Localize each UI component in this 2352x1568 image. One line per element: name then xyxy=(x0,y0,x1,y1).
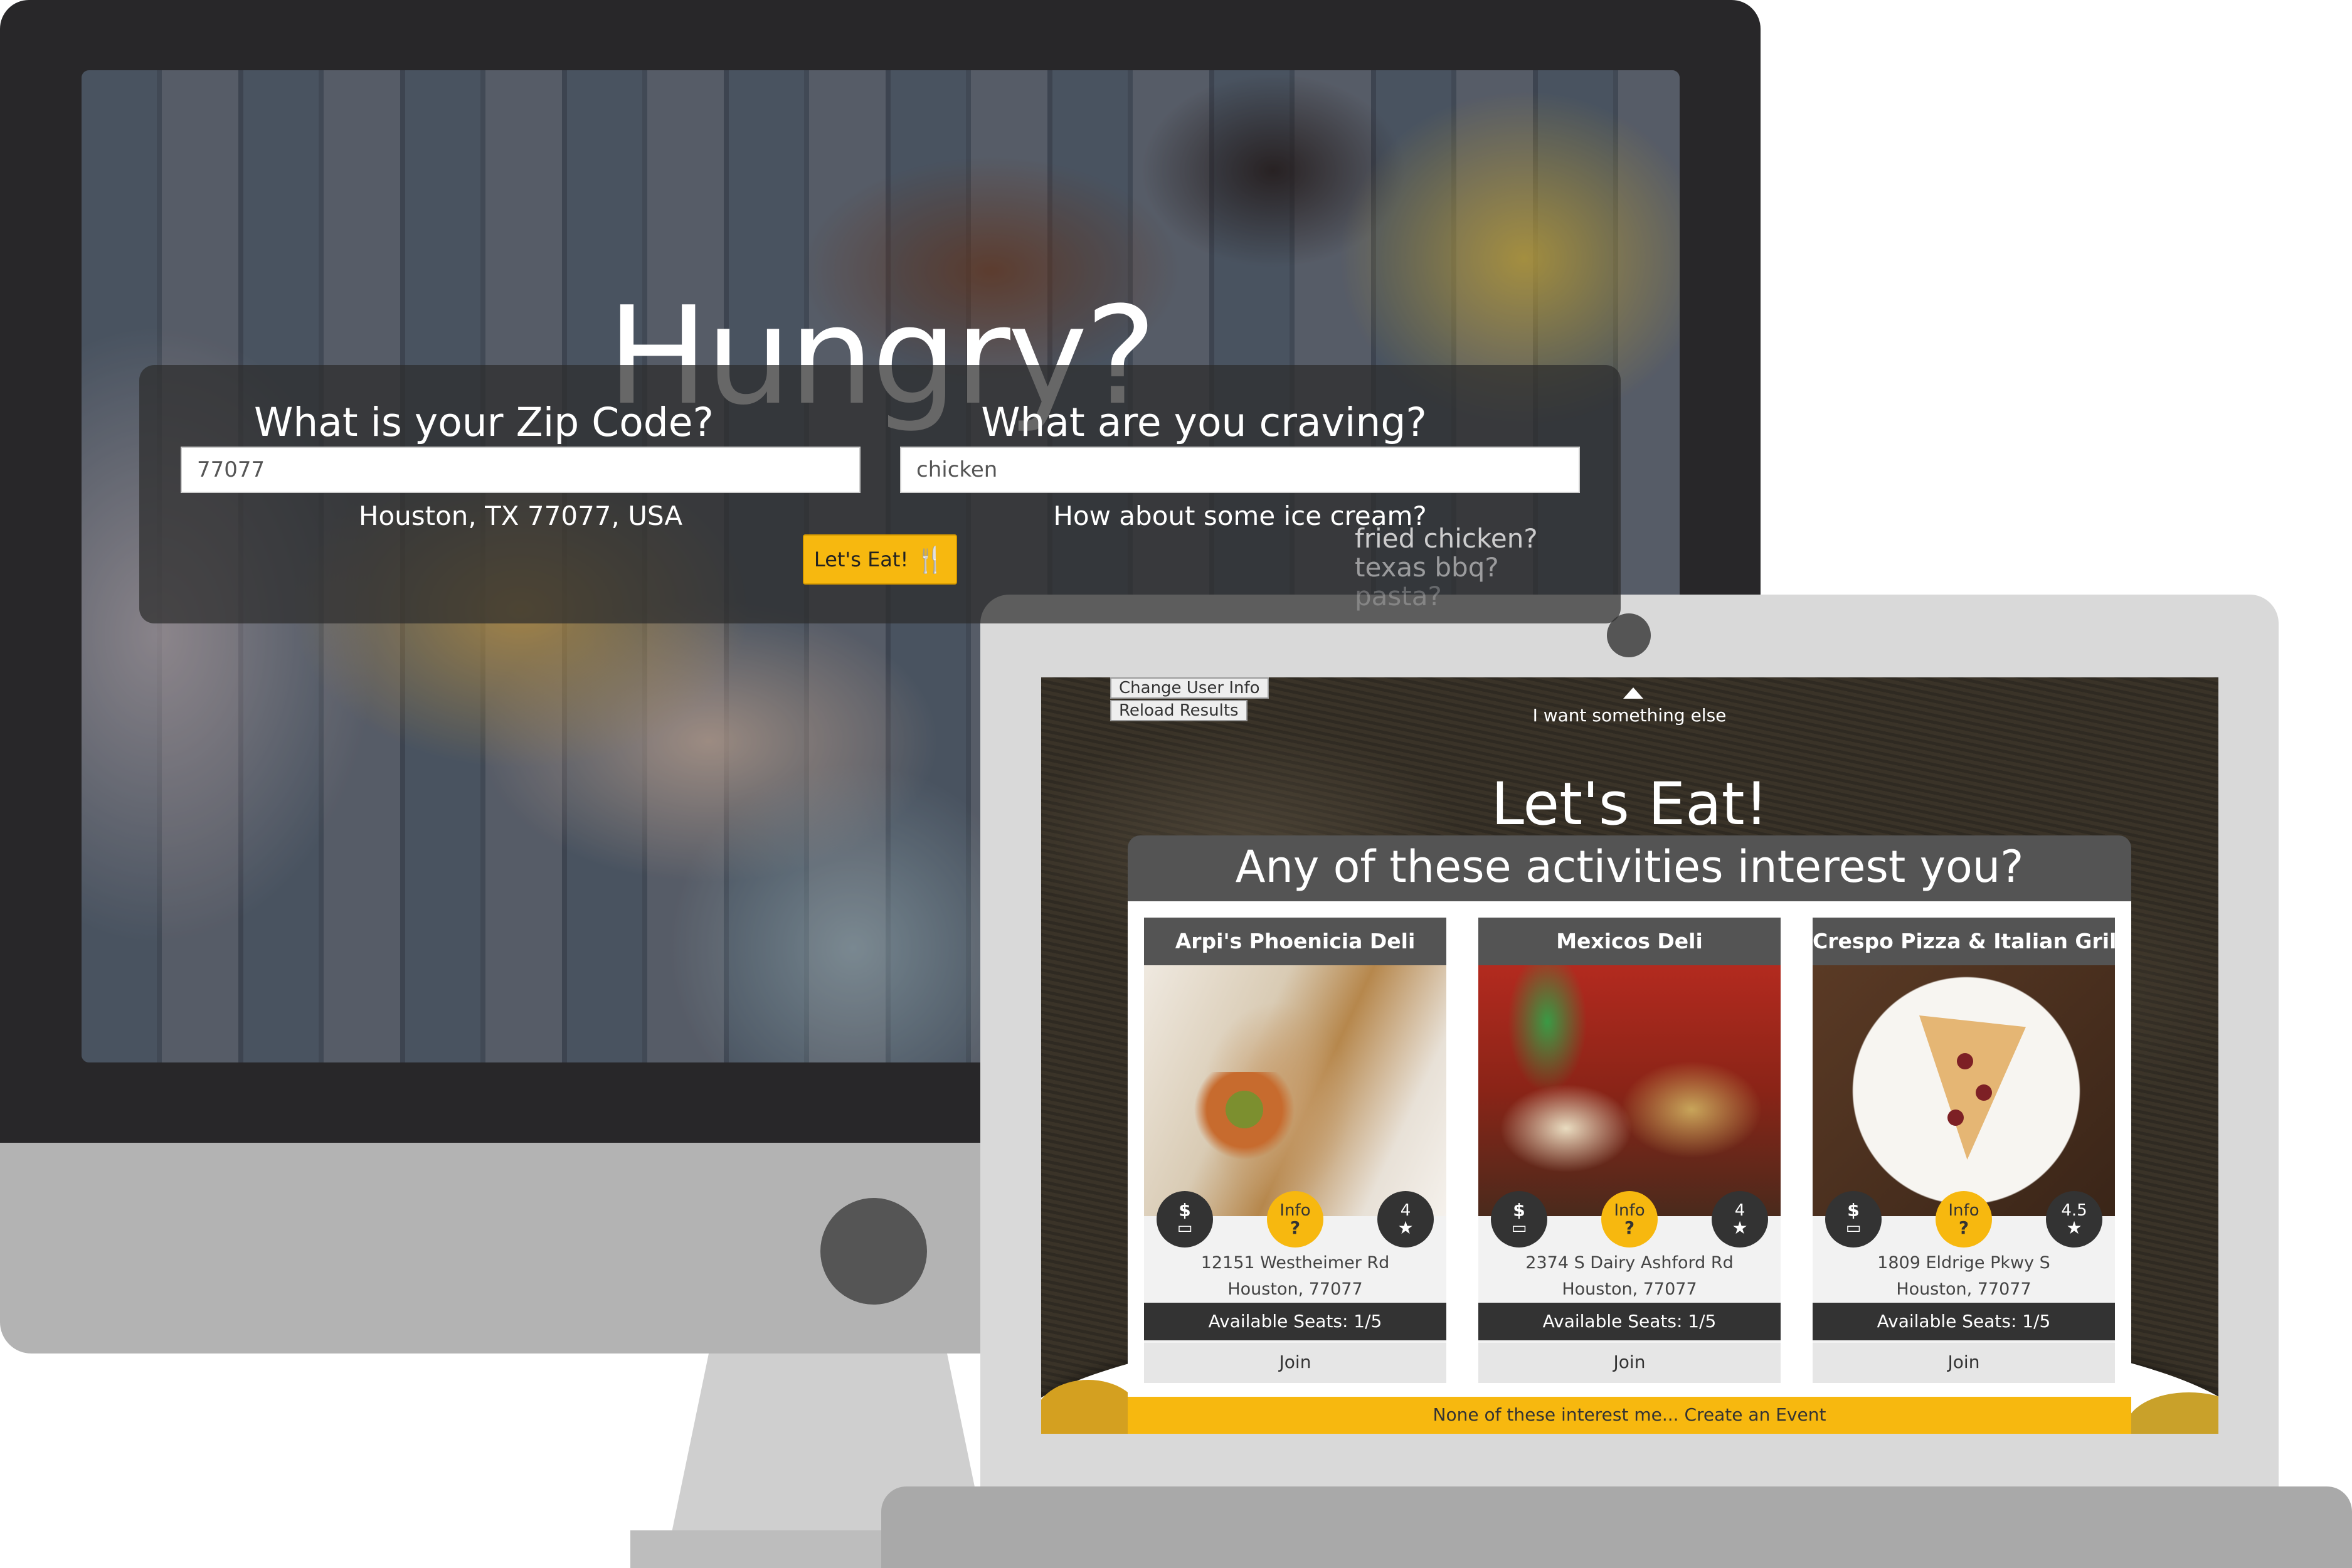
question-icon: ? xyxy=(1624,1217,1635,1238)
craving-input[interactable] xyxy=(900,447,1580,493)
money-icon: ▭ xyxy=(1511,1219,1527,1237)
question-icon: ? xyxy=(1958,1217,1969,1238)
suggestion-item[interactable]: fried chicken? xyxy=(1355,524,1538,553)
create-event-button[interactable]: None of these interest me... Create an E… xyxy=(1128,1397,2131,1434)
caret-up-icon[interactable] xyxy=(1623,687,1643,699)
laptop-base xyxy=(881,1486,2352,1568)
rating-badge: 4 ★ xyxy=(1712,1191,1768,1248)
want-something-else-link[interactable]: I want something else xyxy=(1504,705,1755,726)
pepperoni-decoration xyxy=(1957,1053,1973,1069)
info-label: Info xyxy=(1614,1201,1645,1220)
restaurant-card: Crespo Pizza & Italian Grill $ ▭ Info ? … xyxy=(1813,918,2115,1383)
restaurant-address: 2374 S Dairy Ashford Rd Houston, 77077 xyxy=(1478,1250,1781,1303)
suggestion-item[interactable]: pasta? xyxy=(1355,582,1538,611)
zip-location-result: Houston, TX 77077, USA xyxy=(358,501,683,531)
restaurant-address: 12151 Westheimer Rd Houston, 77077 xyxy=(1144,1250,1446,1303)
info-button[interactable]: Info ? xyxy=(1936,1191,1992,1248)
price-badge: $ ▭ xyxy=(1491,1191,1547,1248)
price-level: $ xyxy=(1179,1200,1191,1221)
join-button[interactable]: Join xyxy=(1144,1343,1446,1383)
price-badge: $ ▭ xyxy=(1157,1191,1213,1248)
zip-label: What is your Zip Code? xyxy=(254,400,714,445)
rating-value: 4 xyxy=(1734,1201,1745,1220)
info-button[interactable]: Info ? xyxy=(1267,1191,1323,1248)
pepperoni-decoration xyxy=(1947,1110,1964,1126)
restaurant-address: 1809 Eldrige Pkwy S Houston, 77077 xyxy=(1813,1250,2115,1303)
restaurant-photo xyxy=(1813,965,2115,1216)
craving-label: What are you craving? xyxy=(981,400,1427,445)
activities-list: Arpi's Phoenicia Deli $ ▭ Info ? 4 ★ 121… xyxy=(1128,901,2131,1397)
money-icon: ▭ xyxy=(1177,1219,1193,1237)
price-level: $ xyxy=(1513,1200,1525,1221)
rating-badge: 4.5 ★ xyxy=(2046,1191,2102,1248)
star-icon: ★ xyxy=(1397,1217,1414,1238)
address-line: Houston, 77077 xyxy=(1227,1279,1363,1299)
info-label: Info xyxy=(1948,1201,1979,1220)
restaurant-photo xyxy=(1478,965,1781,1216)
info-label: Info xyxy=(1279,1201,1311,1220)
price-level: $ xyxy=(1847,1200,1860,1221)
activities-panel: Any of these activities interest you? Ar… xyxy=(1128,835,2131,1434)
activities-title: Any of these activities interest you? xyxy=(1128,835,2131,901)
restaurant-card: Mexicos Deli $ ▭ Info ? 4 ★ 2374 S Dairy… xyxy=(1478,918,1781,1383)
star-icon: ★ xyxy=(1732,1217,1748,1238)
available-seats: Available Seats: 1/5 xyxy=(1478,1303,1781,1340)
restaurant-name: Arpi's Phoenicia Deli xyxy=(1144,918,1446,965)
lets-eat-button[interactable]: Let's Eat! 🍴 xyxy=(803,534,957,585)
pepperoni-decoration xyxy=(1976,1084,1992,1101)
available-seats: Available Seats: 1/5 xyxy=(1144,1303,1446,1340)
laptop-heading: Let's Eat! xyxy=(1491,770,1769,839)
available-seats: Available Seats: 1/5 xyxy=(1813,1303,2115,1340)
restaurant-name: Mexicos Deli xyxy=(1478,918,1781,965)
suggestion-list: fried chicken? texas bbq? pasta? xyxy=(1355,524,1538,611)
address-line: 2374 S Dairy Ashford Rd xyxy=(1525,1253,1734,1273)
join-button[interactable]: Join xyxy=(1478,1343,1781,1383)
address-line: Houston, 77077 xyxy=(1562,1279,1697,1299)
restaurant-card: Arpi's Phoenicia Deli $ ▭ Info ? 4 ★ 121… xyxy=(1144,918,1446,1383)
address-line: 12151 Westheimer Rd xyxy=(1200,1253,1390,1273)
rating-badge: 4 ★ xyxy=(1377,1191,1434,1248)
price-badge: $ ▭ xyxy=(1825,1191,1882,1248)
restaurant-photo xyxy=(1144,965,1446,1216)
rating-value: 4 xyxy=(1400,1201,1411,1220)
join-button[interactable]: Join xyxy=(1813,1343,2115,1383)
address-line: 1809 Eldrige Pkwy S xyxy=(1877,1253,2050,1273)
laptop-screen: Change User Info Reload Results I want s… xyxy=(1041,677,2218,1434)
change-user-info-button[interactable]: Change User Info xyxy=(1110,677,1269,699)
address-line: Houston, 77077 xyxy=(1896,1279,2032,1299)
utensils-icon: 🍴 xyxy=(914,545,946,575)
star-icon: ★ xyxy=(2066,1217,2082,1238)
reload-results-button[interactable]: Reload Results xyxy=(1110,700,1248,721)
question-icon: ? xyxy=(1290,1217,1301,1238)
money-icon: ▭ xyxy=(1845,1219,1862,1237)
zip-input[interactable] xyxy=(181,447,861,493)
info-button[interactable]: Info ? xyxy=(1601,1191,1658,1248)
restaurant-name: Crespo Pizza & Italian Grill xyxy=(1813,918,2115,965)
lets-eat-label: Let's Eat! xyxy=(813,548,909,571)
monitor-power-button xyxy=(820,1198,927,1305)
suggestion-item[interactable]: texas bbq? xyxy=(1355,553,1538,582)
rating-value: 4.5 xyxy=(2061,1201,2087,1220)
